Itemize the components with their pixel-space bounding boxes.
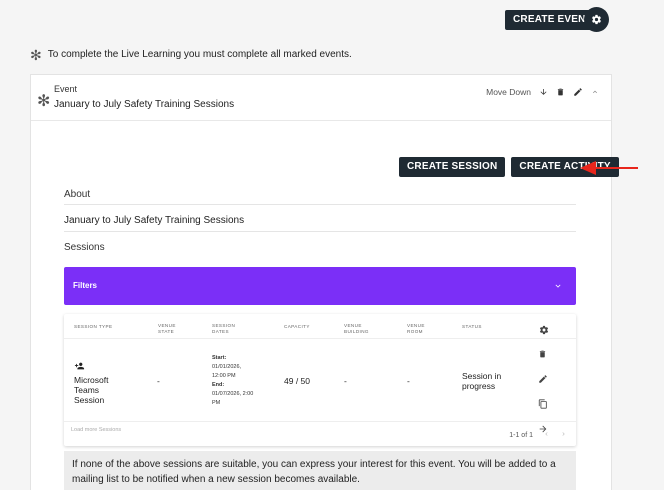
status-cell: Session in progress	[462, 371, 502, 391]
filters-panel[interactable]: Filters	[64, 267, 576, 305]
col-header-venue-room[interactable]: VENUE ROOM	[407, 323, 433, 334]
event-tools: Move Down	[486, 87, 599, 97]
divider	[64, 421, 576, 422]
col-header-session-dates[interactable]: SESSION DATES	[212, 323, 242, 334]
event-header[interactable]: ✻ Event January to July Safety Training …	[31, 75, 611, 121]
capacity-cell: 49 / 50	[284, 376, 310, 386]
delete-event-button[interactable]	[556, 87, 565, 97]
end-label: End:	[212, 382, 225, 388]
event-title: January to July Safety Training Sessions	[54, 99, 235, 110]
session-type-cell: Microsoft Teams Session	[74, 375, 109, 405]
prev-page-button[interactable]	[543, 430, 550, 440]
divider	[64, 338, 576, 339]
session-dates-cell: Start: 01/01/2026, 12:00 PM End: 01/07/2…	[212, 354, 254, 408]
chevron-right-icon	[562, 432, 565, 436]
edit-event-button[interactable]	[573, 87, 583, 97]
about-text: January to July Safety Training Sessions	[64, 215, 245, 226]
move-down-label: Move Down	[486, 87, 531, 97]
event-label: Event	[54, 84, 78, 94]
row-actions	[538, 346, 548, 439]
col-header-venue-state[interactable]: VENUE STATE	[158, 323, 184, 334]
collapse-button[interactable]	[591, 88, 599, 96]
end-date: 01/07/2026, 2:00 PM	[212, 391, 254, 406]
asterisk-icon: ✻	[30, 46, 42, 63]
chevron-left-icon	[545, 432, 548, 436]
gear-icon	[539, 325, 549, 335]
edit-session-button[interactable]	[538, 371, 548, 389]
col-header-session-type[interactable]: SESSION TYPE	[74, 324, 112, 330]
sessions-label: Sessions	[64, 242, 105, 253]
divider	[64, 204, 576, 205]
venue-state-cell: -	[157, 376, 160, 386]
copy-icon	[538, 399, 547, 409]
pencil-icon	[539, 375, 547, 383]
filters-label: Filters	[73, 281, 98, 290]
load-more-sessions-button[interactable]: Load more Sessions	[71, 427, 121, 433]
annotation-arrow-icon	[580, 161, 638, 175]
copy-session-button[interactable]	[538, 396, 548, 414]
col-header-status[interactable]: STATUS	[462, 324, 482, 330]
start-date: 01/01/2026, 12:00 PM	[212, 364, 242, 379]
move-down-button[interactable]	[539, 87, 548, 97]
settings-button[interactable]	[584, 7, 609, 32]
venue-building-cell: -	[344, 376, 347, 386]
start-label: Start:	[212, 355, 227, 361]
pencil-icon	[574, 88, 582, 96]
chevron-up-icon	[593, 90, 597, 94]
sessions-table: SESSION TYPE VENUE STATE SESSION DATES C…	[64, 314, 576, 446]
completion-notice: ✻ To complete the Live Learning you must…	[30, 46, 352, 63]
create-session-button[interactable]: CREATE SESSION	[399, 157, 506, 177]
about-label: About	[64, 189, 91, 200]
gear-icon	[592, 14, 601, 25]
person-add-icon	[74, 358, 85, 376]
pagination: 1-1 of 1	[509, 430, 567, 440]
delete-session-button[interactable]	[538, 346, 548, 364]
required-asterisk-icon: ✻	[37, 93, 51, 110]
trash-icon	[539, 350, 546, 358]
trash-icon	[557, 88, 564, 96]
divider	[64, 231, 576, 232]
venue-room-cell: -	[407, 376, 410, 386]
chevron-down-icon	[555, 284, 561, 288]
pagination-label: 1-1 of 1	[509, 431, 533, 439]
next-page-button[interactable]	[560, 430, 567, 440]
arrow-down-icon	[540, 89, 547, 95]
notice-text: To complete the Live Learning you must c…	[47, 49, 352, 60]
col-header-capacity[interactable]: CAPACITY	[284, 324, 310, 330]
col-header-venue-building[interactable]: VENUE BUILDING	[344, 323, 374, 334]
interest-info-box: If none of the above sessions are suitab…	[64, 451, 576, 490]
